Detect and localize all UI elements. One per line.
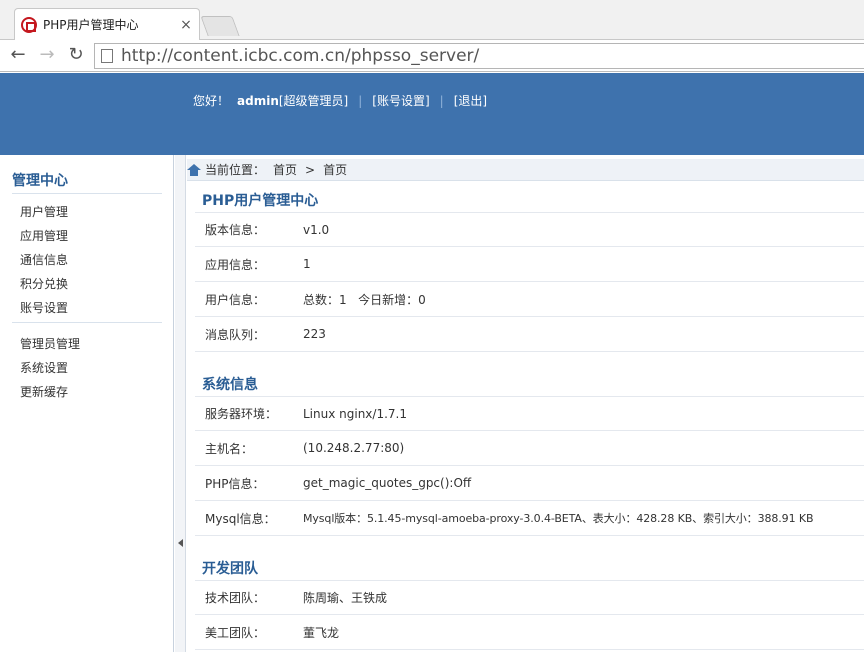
info-value: Linux nginx/1.7.1 bbox=[303, 406, 407, 421]
info-row-art-team: 美工团队： 董飞龙 bbox=[195, 615, 864, 650]
home-icon bbox=[187, 163, 201, 176]
info-value: (10.248.2.77:80) bbox=[303, 441, 405, 455]
greeting-text: 您好！ bbox=[193, 94, 230, 108]
sidebar-item-refresh-cache[interactable]: 更新缓存 bbox=[20, 383, 68, 400]
icbc-logo-icon bbox=[21, 16, 37, 33]
breadcrumb-label: 当前位置： bbox=[205, 163, 266, 177]
breadcrumb: 当前位置： 首页 > 首页 bbox=[187, 159, 864, 181]
role-badge: [超级管理员] bbox=[278, 94, 349, 108]
site-header: 您好！ admin [超级管理员] | [账号设置] | [退出] bbox=[0, 73, 864, 155]
section-title-team: 开发团队 bbox=[202, 561, 258, 577]
info-row-server: 服务器环境： Linux nginx/1.7.1 bbox=[195, 396, 864, 431]
info-value: 总数：1 今日新增：0 bbox=[303, 292, 426, 307]
info-label: 服务器环境： bbox=[205, 407, 278, 421]
logout-link[interactable]: [退出] bbox=[454, 92, 487, 109]
info-label: 美工团队： bbox=[205, 625, 266, 640]
section-title-app: PHP用户管理中心 bbox=[202, 193, 319, 209]
info-row-version: 版本信息： v1.0 bbox=[195, 212, 864, 247]
collapse-arrow-icon[interactable] bbox=[178, 539, 183, 547]
forward-arrow-icon[interactable]: → bbox=[35, 44, 59, 68]
sidebar-item-admin-management[interactable]: 管理员管理 bbox=[20, 335, 80, 352]
browser-tab-bar: PHP用户管理中心 × bbox=[0, 0, 864, 40]
separator: | bbox=[439, 93, 444, 108]
info-row-apps: 应用信息： 1 bbox=[195, 247, 864, 282]
sidebar-item-credit-exchange[interactable]: 积分兑换 bbox=[20, 275, 68, 292]
user-bar: 您好！ admin [超级管理员] | [账号设置] | [退出] bbox=[193, 92, 487, 109]
info-row-queue: 消息队列： 223 bbox=[195, 317, 864, 352]
info-label: 版本信息： bbox=[205, 223, 266, 237]
breadcrumb-arrow: > bbox=[305, 162, 316, 177]
info-label: 应用信息： bbox=[205, 257, 266, 272]
username: admin bbox=[237, 93, 279, 108]
browser-toolbar: ← → ↻ http://content.icbc.com.cn/phpsso_… bbox=[0, 40, 864, 72]
info-label: 消息队列： bbox=[205, 327, 266, 342]
info-row-tech-team: 技术团队： 陈周瑜、王铁成 bbox=[195, 580, 864, 615]
new-tab-button[interactable] bbox=[200, 16, 240, 36]
tab-title: PHP用户管理中心 bbox=[43, 18, 139, 32]
breadcrumb-current: 首页 bbox=[323, 163, 348, 177]
main-content: 当前位置： 首页 > 首页 PHP用户管理中心 版本信息： v1.0 应用信息：… bbox=[187, 155, 864, 652]
info-label: 主机名： bbox=[205, 441, 254, 456]
info-value: get_magic_quotes_gpc():Off bbox=[303, 476, 472, 490]
section-title-system: 系统信息 bbox=[202, 377, 258, 393]
info-label: 技术团队： bbox=[205, 591, 266, 605]
info-label: PHP信息： bbox=[205, 476, 265, 491]
account-settings-link[interactable]: [账号设置] bbox=[372, 92, 429, 109]
info-row-host: 主机名： (10.248.2.77:80) bbox=[195, 431, 864, 466]
breadcrumb-home-link[interactable]: 首页 bbox=[273, 161, 297, 178]
sidebar-item-system-settings[interactable]: 系统设置 bbox=[20, 359, 68, 376]
info-row-php: PHP信息： get_magic_quotes_gpc():Off bbox=[195, 466, 864, 501]
info-value: 陈周瑜、王铁成 bbox=[303, 591, 388, 605]
app-info-table: 版本信息： v1.0 应用信息： 1 用户信息： 总数：1 今日新增：0 消息队… bbox=[195, 212, 864, 352]
reload-icon[interactable]: ↻ bbox=[64, 44, 88, 68]
back-arrow-icon[interactable]: ← bbox=[6, 44, 30, 68]
sidebar-title: 管理中心 bbox=[12, 170, 162, 194]
system-info-table: 服务器环境： Linux nginx/1.7.1 主机名： (10.248.2.… bbox=[195, 396, 864, 536]
info-value: 董飞龙 bbox=[303, 625, 340, 640]
page-icon bbox=[101, 49, 113, 63]
info-value: Mysql版本：5.1.45-mysql-amoeba-proxy-3.0.4-… bbox=[303, 512, 814, 525]
sidebar-splitter[interactable] bbox=[175, 155, 186, 652]
browser-tab[interactable]: PHP用户管理中心 × bbox=[14, 8, 200, 40]
info-value: 223 bbox=[303, 327, 326, 341]
info-label: Mysql信息： bbox=[205, 511, 276, 526]
sidebar-item-account-settings[interactable]: 账号设置 bbox=[20, 299, 68, 316]
sidebar-item-app-management[interactable]: 应用管理 bbox=[20, 227, 68, 244]
separator: | bbox=[358, 93, 363, 108]
address-bar[interactable]: http://content.icbc.com.cn/phpsso_server… bbox=[94, 43, 864, 69]
team-info-table: 技术团队： 陈周瑜、王铁成 美工团队： 董飞龙 bbox=[195, 580, 864, 650]
close-tab-icon[interactable]: × bbox=[179, 17, 193, 33]
info-value: v1.0 bbox=[303, 222, 330, 237]
info-label: 用户信息： bbox=[205, 292, 266, 307]
url-text[interactable]: http://content.icbc.com.cn/phpsso_server… bbox=[121, 46, 479, 66]
sidebar-item-user-management[interactable]: 用户管理 bbox=[20, 203, 68, 220]
info-value: 1 bbox=[303, 257, 311, 271]
info-row-users: 用户信息： 总数：1 今日新增：0 bbox=[195, 282, 864, 317]
info-row-mysql: Mysql信息： Mysql版本：5.1.45-mysql-amoeba-pro… bbox=[195, 501, 864, 536]
sidebar: 管理中心 用户管理 应用管理 通信信息 积分兑换 账号设置 管理员管理 系统设置… bbox=[0, 155, 174, 652]
sidebar-item-communication[interactable]: 通信信息 bbox=[20, 251, 68, 268]
sidebar-divider bbox=[12, 322, 162, 323]
